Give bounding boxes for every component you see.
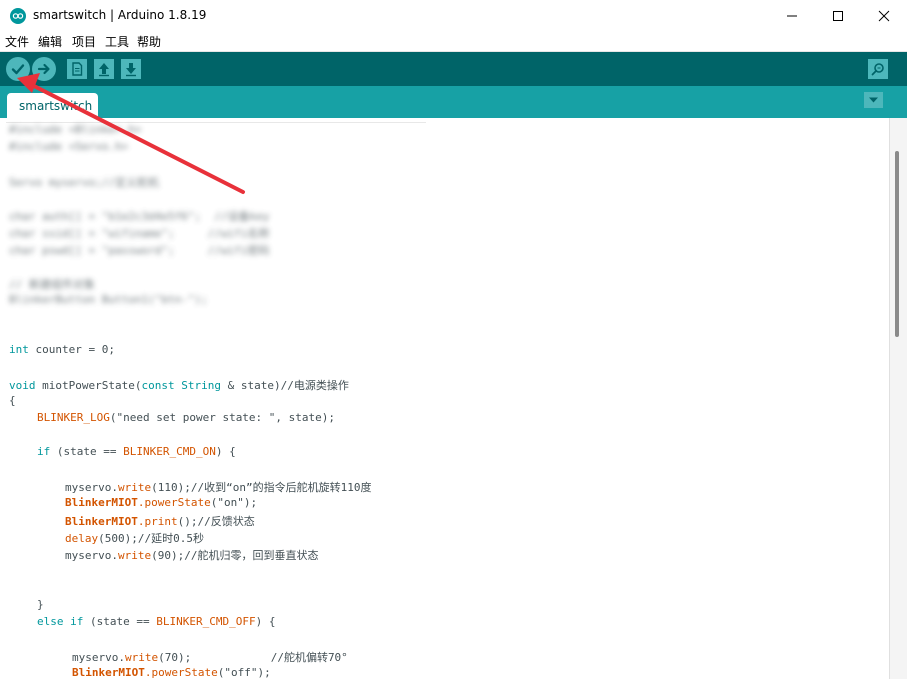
code-class: BlinkerMIOT (65, 496, 138, 509)
code-line: } (37, 598, 44, 611)
code-function: write (124, 651, 159, 664)
code-keyword: void (9, 379, 36, 392)
tab-dropdown-icon (869, 97, 878, 103)
code-function: .print (137, 515, 178, 528)
code-line-blurred: BlinkerButton Button1("btn-"); (9, 293, 208, 306)
code-function: .powerState (137, 496, 211, 509)
code-keyword: if (37, 445, 51, 458)
minimize-button[interactable] (769, 0, 815, 31)
open-button[interactable] (94, 59, 114, 79)
code-line-blurred: char auth[] = "b1e2c3d4e5f6"; //设备key (9, 210, 270, 223)
code-text: ) { (255, 615, 276, 628)
menu-file[interactable]: 文件 (5, 33, 29, 50)
tab-smartswitch[interactable]: smartswitch (7, 93, 98, 118)
serial-monitor-icon (871, 63, 884, 76)
code-line: delay(500);//延时0.5秒 (65, 530, 204, 546)
code-function: write (117, 481, 152, 494)
code-function: delay (65, 532, 99, 545)
code-keyword: if (70, 615, 84, 628)
upload-arrow-icon (37, 63, 50, 75)
code-constant: BLINKER_CMD_OFF (156, 615, 256, 628)
code-keyword: const (141, 379, 175, 392)
new-file-icon (72, 62, 83, 76)
code-text: { (9, 394, 16, 407)
open-icon (99, 63, 109, 77)
new-button[interactable] (67, 59, 87, 79)
code-constant: BLINKER_CMD_ON (123, 445, 216, 458)
code-line: myservo.write(90);//舵机归零，回到垂直状态 (65, 547, 318, 563)
code-keyword: else (37, 615, 64, 628)
code-line: else if (state == BLINKER_CMD_OFF) { (37, 615, 275, 628)
window-title: smartswitch | Arduino 1.8.19 (33, 8, 207, 22)
code-text: myservo. (72, 651, 125, 664)
menu-project[interactable]: 项目 (72, 33, 96, 50)
code-function: write (117, 549, 152, 562)
menu-edit[interactable]: 编辑 (38, 33, 62, 50)
code-text: ("on"); (210, 496, 258, 509)
code-function: .powerState (144, 666, 218, 679)
code-text: } (37, 598, 44, 611)
code-line: int counter = 0; (9, 343, 115, 356)
code-text: (state == (83, 615, 157, 628)
title-bar: smartswitch | Arduino 1.8.19 (0, 0, 907, 31)
upload-button[interactable] (32, 57, 56, 81)
code-line-blurred: char ssid[] = "wifiname"; //wifi名称 (9, 227, 270, 240)
code-text: ) { (215, 445, 236, 458)
maximize-icon (833, 11, 843, 21)
save-button[interactable] (121, 59, 141, 79)
code-line-blurred: char pswd[] = "password"; //wifi密码 (9, 244, 270, 257)
code-text: (90);//舵机归零，回到垂直状态 (151, 549, 319, 562)
tab-label: smartswitch (19, 99, 93, 113)
code-line-blurred: Servo myservo;//定义舵机 (9, 176, 159, 189)
verify-check-icon (11, 64, 25, 75)
serial-monitor-button[interactable] (868, 59, 888, 79)
code-editor[interactable]: #include <Blinker.h> #include <Servo.h> … (0, 118, 889, 679)
maximize-button[interactable] (815, 0, 861, 31)
code-text: (500);//延时0.5秒 (98, 532, 204, 545)
minimize-icon (787, 15, 797, 17)
code-text: counter = 0; (28, 343, 115, 356)
code-keyword: String (181, 379, 221, 392)
code-line: if (state == BLINKER_CMD_ON) { (37, 445, 236, 458)
verify-button[interactable] (6, 57, 30, 81)
menu-bar: 文件 编辑 项目 工具 帮助 (0, 31, 907, 52)
code-class: BlinkerMIOT (65, 515, 138, 528)
code-line: myservo.write(70); //舵机偏转70° (72, 649, 348, 665)
code-line: BlinkerMIOT.print();//反馈状态 (65, 513, 255, 529)
scrollbar-thumb[interactable] (895, 151, 899, 337)
code-line: myservo.write(110);//收到“on”的指令后舵机旋转110度 (65, 479, 371, 495)
code-line: BlinkerMIOT.powerState("on"); (65, 496, 257, 509)
menu-tools[interactable]: 工具 (105, 33, 129, 50)
code-text: myservo. (65, 549, 118, 562)
close-icon (878, 10, 890, 22)
code-line: void miotPowerState(const String & state… (9, 377, 349, 393)
code-text: myservo. (65, 481, 118, 494)
code-line: BLINKER_LOG("need set power state: ", st… (37, 411, 335, 424)
code-text: ("off"); (217, 666, 271, 679)
arduino-logo-icon (10, 8, 26, 24)
code-text: miotPowerState( (35, 379, 142, 392)
code-line-blurred: #include <Blinker.h> (9, 123, 142, 136)
code-line-blurred: // 新建组件对象 (9, 278, 95, 291)
code-text: & state)//电源类操作 (220, 379, 349, 392)
code-text: (state == (50, 445, 124, 458)
menu-help[interactable]: 帮助 (137, 33, 161, 50)
code-line: BlinkerMIOT.powerState("off"); (72, 666, 271, 679)
tab-bar: smartswitch (0, 86, 907, 118)
save-icon (126, 63, 136, 77)
code-text: ();//反馈状态 (177, 515, 255, 528)
code-text: (110);//收到“on”的指令后舵机旋转110度 (151, 481, 372, 494)
code-class: BlinkerMIOT (72, 666, 145, 679)
editor-scrollbar[interactable] (889, 118, 907, 679)
code-line: { (9, 394, 16, 407)
code-function: BLINKER_LOG (37, 411, 110, 424)
close-button[interactable] (861, 0, 907, 31)
code-keyword: int (9, 343, 29, 356)
code-text: ("need set power state: ", state); (109, 411, 336, 424)
toolbar (0, 52, 907, 86)
code-line-blurred: #include <Servo.h> (9, 140, 129, 153)
code-text: (70); //舵机偏转70° (158, 651, 348, 664)
tab-menu-button[interactable] (864, 92, 883, 108)
